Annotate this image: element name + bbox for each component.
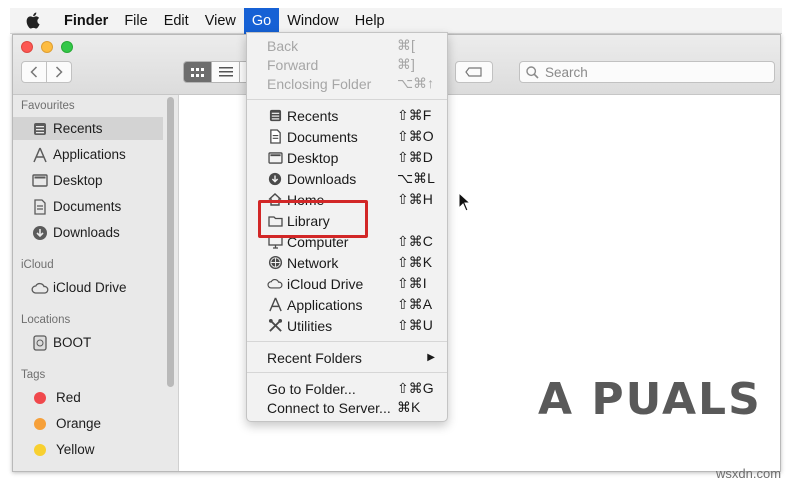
back-button[interactable] [21, 61, 47, 83]
forward-button[interactable] [46, 61, 72, 83]
submenu-arrow-icon: ▶ [427, 352, 435, 363]
menu-separator [247, 341, 447, 342]
menu-edit[interactable]: Edit [156, 8, 197, 34]
sidebar-header-icloud: iCloud [21, 259, 54, 271]
sidebar-header-favourites: Favourites [21, 100, 75, 112]
search-icon [526, 65, 539, 79]
minimize-button[interactable] [41, 41, 53, 53]
search-placeholder: Search [545, 64, 588, 80]
cloud-icon [31, 280, 49, 296]
list-icon [218, 67, 233, 77]
menu-item-home[interactable]: Home ⇧⌘H [247, 189, 447, 210]
sidebar-item-applications[interactable]: Applications [13, 143, 163, 166]
desktop-icon [31, 173, 49, 189]
menu-separator [247, 99, 447, 100]
sidebar-item-downloads[interactable]: Downloads [13, 221, 163, 244]
sidebar-header-tags: Tags [21, 369, 46, 381]
tag-button[interactable] [455, 61, 493, 83]
menu-bar: Finder File Edit View Go Window Help [10, 7, 782, 34]
list-view-button[interactable] [211, 61, 240, 83]
go-menu: Back ⌘[ Forward ⌘] Enclosing Folder ⌥⌘↑ … [246, 32, 448, 422]
menu-item-utilities[interactable]: Utilities ⇧⌘U [247, 315, 447, 336]
folder-icon [267, 213, 283, 229]
mouse-cursor-icon [458, 192, 472, 212]
menu-item-desktop[interactable]: Desktop ⇧⌘D [247, 147, 447, 168]
menu-item-downloads[interactable]: Downloads ⌥⌘L [247, 168, 447, 189]
documents-icon [267, 129, 283, 145]
sidebar-item-icloud-drive[interactable]: iCloud Drive [13, 276, 163, 299]
menu-item-icloud-drive[interactable]: iCloud Drive ⇧⌘I [247, 273, 447, 294]
cloud-icon [267, 276, 283, 292]
tag-icon [465, 67, 482, 77]
sidebar-item-tag-red[interactable]: Red [13, 386, 163, 409]
network-icon [267, 255, 283, 271]
menu-item-go-to-folder[interactable]: Go to Folder... ⇧⌘G [247, 378, 447, 399]
menu-item-forward[interactable]: Forward ⌘] [247, 54, 447, 75]
menu-item-back[interactable]: Back ⌘[ [247, 35, 447, 56]
chevron-left-icon [30, 66, 38, 78]
menu-separator [247, 372, 447, 373]
sidebar-item-recents[interactable]: Recents [13, 117, 163, 140]
sidebar-scrollbar[interactable] [167, 97, 174, 387]
menu-item-connect-to-server[interactable]: Connect to Server... ⌘K [247, 397, 447, 418]
menu-finder[interactable]: Finder [56, 8, 116, 34]
red-tag-dot [34, 391, 46, 404]
applications-icon [31, 147, 49, 163]
orange-tag-dot [34, 417, 46, 430]
menu-view[interactable]: View [197, 8, 244, 34]
search-field[interactable]: Search [519, 61, 775, 83]
sidebar-item-tag-yellow[interactable]: Yellow [13, 438, 163, 461]
sidebar-item-documents[interactable]: Documents [13, 195, 163, 218]
home-icon [267, 192, 283, 208]
watermark-logo: A PUALS [538, 374, 762, 425]
site-watermark: wsxdn.com [716, 466, 782, 481]
menu-item-computer[interactable]: Computer ⇧⌘C [247, 231, 447, 252]
menu-item-network[interactable]: Network ⇧⌘K [247, 252, 447, 273]
documents-icon [31, 198, 49, 215]
icon-view-button[interactable] [183, 61, 212, 83]
menu-item-applications[interactable]: Applications ⇧⌘A [247, 294, 447, 315]
apple-icon[interactable] [26, 12, 42, 30]
close-button[interactable] [21, 41, 33, 53]
sidebar-item-tag-orange[interactable]: Orange [13, 412, 163, 435]
applications-icon [267, 297, 283, 313]
utilities-icon [267, 318, 283, 334]
sidebar: Favourites Recents Applications Desktop … [13, 95, 179, 471]
sidebar-item-desktop[interactable]: Desktop [13, 169, 163, 192]
menu-help[interactable]: Help [347, 8, 393, 34]
grid-icon [191, 67, 204, 77]
menu-item-recents[interactable]: Recents ⇧⌘F [247, 105, 447, 126]
computer-icon [267, 234, 283, 250]
sidebar-item-boot[interactable]: BOOT [13, 331, 163, 354]
menu-window[interactable]: Window [279, 8, 347, 34]
yellow-tag-dot [34, 443, 46, 456]
menu-go[interactable]: Go [243, 7, 280, 34]
menu-item-enclosing-folder[interactable]: Enclosing Folder ⌥⌘↑ [247, 73, 447, 94]
recents-icon [267, 108, 283, 124]
recents-icon [31, 121, 49, 137]
downloads-icon [31, 225, 49, 241]
menu-item-recent-folders[interactable]: Recent Folders ▶ [247, 347, 447, 368]
menu-item-library[interactable]: Library [247, 210, 447, 231]
desktop-icon [267, 150, 283, 166]
downloads-icon [267, 171, 283, 187]
chevron-right-icon [55, 66, 63, 78]
zoom-button[interactable] [61, 41, 73, 53]
disk-icon [31, 334, 49, 351]
menu-item-documents[interactable]: Documents ⇧⌘O [247, 126, 447, 147]
menu-file[interactable]: File [116, 8, 155, 34]
sidebar-header-locations: Locations [21, 314, 71, 326]
